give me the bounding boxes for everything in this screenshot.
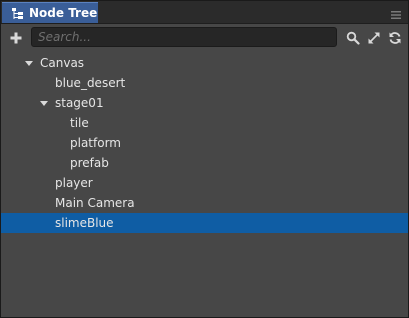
tree-node[interactable]: slimeBlue <box>1 213 408 233</box>
hamburger-menu-icon[interactable] <box>390 6 402 19</box>
tree-node[interactable]: Canvas <box>1 53 408 73</box>
magnifier-icon[interactable] <box>346 30 360 45</box>
refresh-icon[interactable] <box>388 30 402 44</box>
node-tree-toolbar <box>1 24 408 52</box>
plus-icon[interactable] <box>9 30 23 44</box>
tree-node-label: stage01 <box>55 96 104 110</box>
tree-node[interactable]: prefab <box>1 153 408 173</box>
node-tree: Canvas blue_desert stage01 tile platform pref… <box>1 53 408 233</box>
search-field[interactable] <box>31 27 337 47</box>
tree-node[interactable]: blue_desert <box>1 73 408 93</box>
node-tree-panel: Node Tree Search... Canvas blue_desert s… <box>0 0 409 318</box>
expand-arrow-down-icon[interactable] <box>25 61 33 66</box>
tree-node-label: Canvas <box>40 56 85 70</box>
tree-node-label: tile <box>70 116 89 130</box>
tree-node-label: player <box>55 176 93 190</box>
node-tree-icon <box>10 6 24 20</box>
tab-node-tree[interactable]: Node Tree <box>2 2 98 23</box>
search-input[interactable] <box>38 29 328 45</box>
tree-node-label: slimeBlue <box>55 216 114 230</box>
tab-title: Node Tree <box>29 6 98 20</box>
tree-node-label: prefab <box>70 156 109 170</box>
tree-node-label: Main Camera <box>55 196 135 210</box>
tree-node[interactable]: platform <box>1 133 408 153</box>
panel-tab-bar: Node Tree <box>1 1 408 24</box>
tree-node-label: blue_desert <box>55 76 126 90</box>
expand-arrow-down-icon[interactable] <box>40 101 48 106</box>
tree-node-label: platform <box>70 136 121 150</box>
tree-node[interactable]: player <box>1 173 408 193</box>
expand-arrows-icon[interactable] <box>367 30 381 44</box>
tree-node[interactable]: stage01 <box>1 93 408 113</box>
tree-node[interactable]: tile <box>1 113 408 133</box>
tree-node[interactable]: Main Camera <box>1 193 408 213</box>
